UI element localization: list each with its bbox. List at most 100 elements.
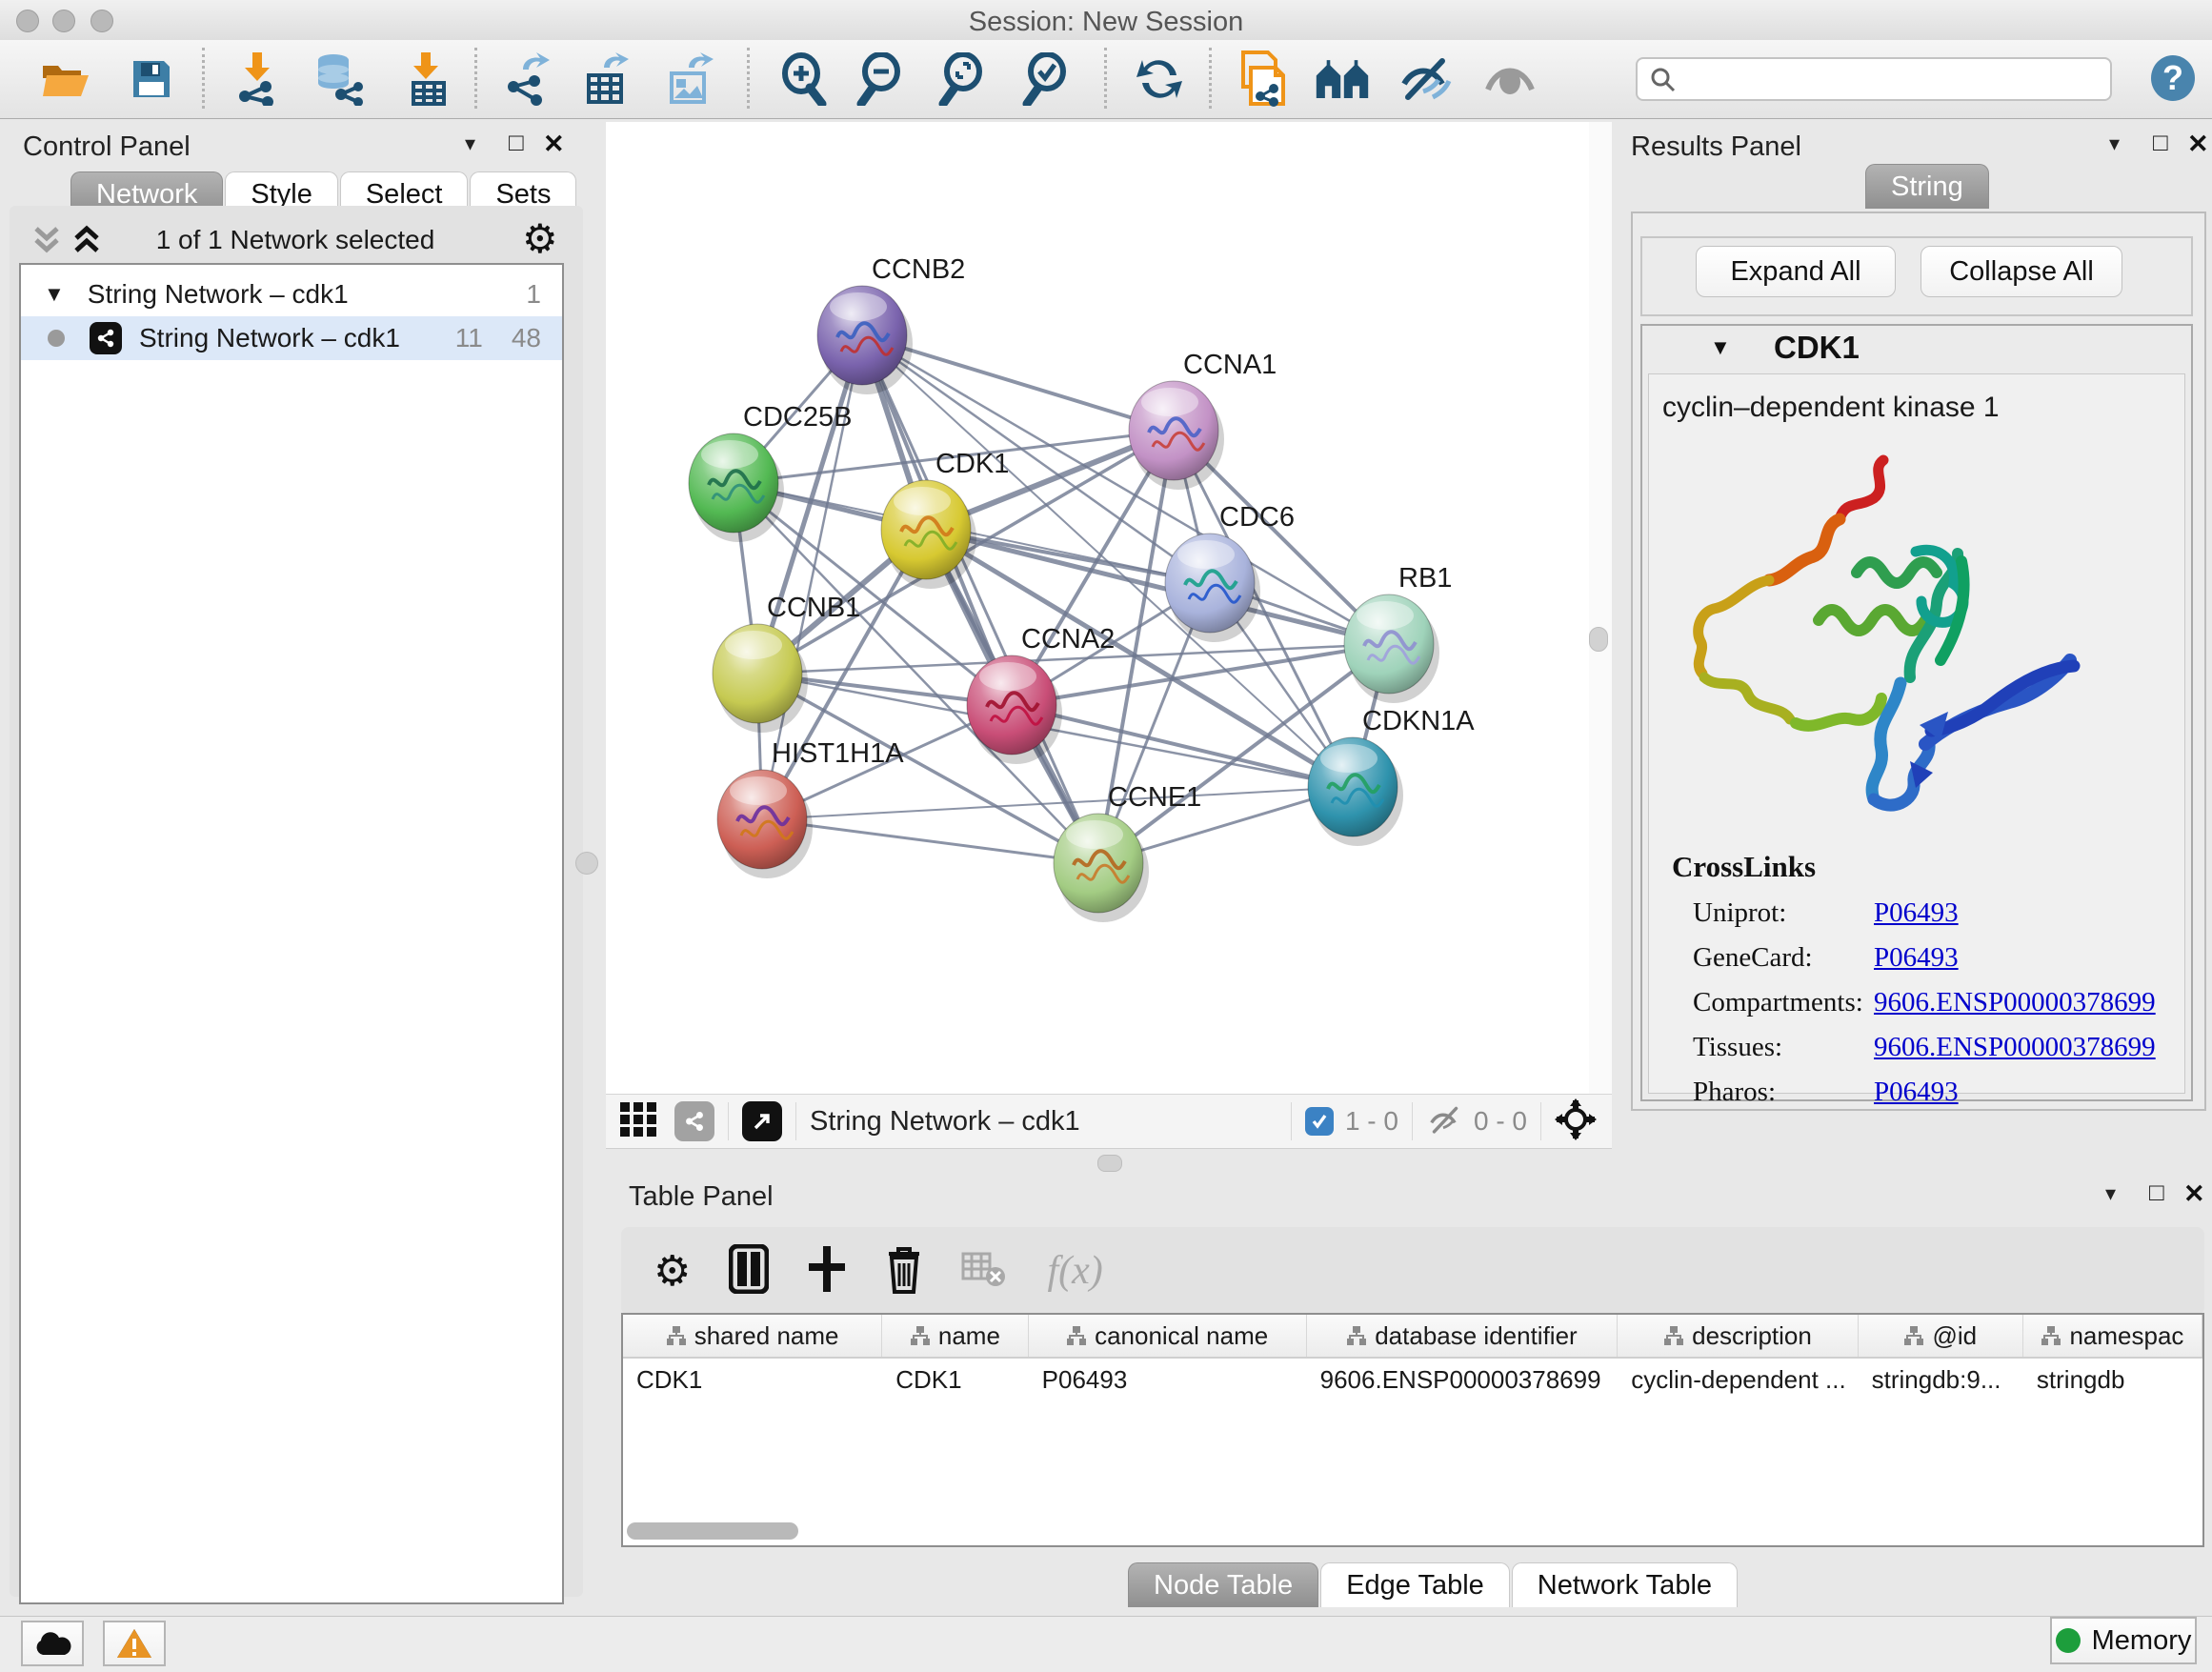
- network-collection-row[interactable]: ▼ String Network – cdk1 1: [21, 265, 562, 316]
- search-input[interactable]: [1676, 64, 2089, 95]
- birds-eye-view-icon[interactable]: [619, 1101, 657, 1142]
- collection-expander-icon[interactable]: ▼: [44, 282, 65, 307]
- crosslink-row: Compartments:9606.ENSP00000378699: [1693, 987, 2184, 1018]
- zoom-out-icon[interactable]: [854, 51, 909, 107]
- table-gear-icon[interactable]: ⚙: [654, 1247, 691, 1296]
- table-panel-close-icon[interactable]: ✕: [2183, 1179, 2205, 1209]
- search-field[interactable]: [1636, 57, 2112, 101]
- open-in-window-icon[interactable]: [742, 1101, 782, 1141]
- crosslink-value[interactable]: P06493: [1874, 942, 1959, 974]
- export-image-icon[interactable]: [663, 51, 718, 107]
- show-all-icon[interactable]: [1482, 51, 1538, 107]
- tab-network-table[interactable]: Network Table: [1512, 1562, 1738, 1607]
- crosslink-label: Tissues:: [1693, 1032, 1874, 1063]
- control-panel-close-icon[interactable]: ✕: [543, 130, 565, 159]
- scrollbar-thumb[interactable]: [627, 1522, 798, 1540]
- hide-selected-icon[interactable]: [1400, 51, 1456, 107]
- crosslink-row: Tissues:9606.ENSP00000378699: [1693, 1032, 2184, 1063]
- network-options-gear-icon[interactable]: ⚙: [522, 215, 558, 262]
- show-columns-icon[interactable]: [729, 1244, 769, 1299]
- results-panel-close-icon[interactable]: ✕: [2187, 130, 2209, 159]
- results-panel-float-icon[interactable]: ▾: [2109, 131, 2120, 156]
- hidden-eye-icon[interactable]: [1426, 1103, 1464, 1140]
- memory-button[interactable]: Memory: [2050, 1617, 2197, 1664]
- memory-label: Memory: [2092, 1625, 2192, 1657]
- import-network-icon[interactable]: [229, 51, 284, 107]
- column-header-namespac[interactable]: namespac: [2023, 1315, 2202, 1357]
- column-header-database-identifier[interactable]: database identifier: [1307, 1315, 1619, 1357]
- clone-network-icon[interactable]: [1235, 51, 1290, 107]
- network-node-CCNB2[interactable]: CCNB2: [817, 254, 965, 394]
- node-label: CDK1: [935, 449, 1009, 479]
- control-panel-float-icon[interactable]: ▾: [465, 131, 475, 156]
- selected-checkbox-icon[interactable]: [1305, 1107, 1334, 1136]
- network-node-RB1[interactable]: RB1: [1344, 563, 1452, 703]
- table-cell: cyclin-dependent ...: [1618, 1359, 1858, 1400]
- collapse-all-button[interactable]: Collapse All: [1920, 246, 2122, 297]
- crosslink-value[interactable]: 9606.ENSP00000378699: [1874, 987, 2156, 1018]
- import-network-from-database-icon[interactable]: [310, 51, 365, 107]
- crosslink-value[interactable]: P06493: [1874, 1077, 1959, 1108]
- network-node-CCNB1[interactable]: CCNB1: [713, 593, 860, 733]
- first-neighbors-icon[interactable]: [1315, 51, 1370, 107]
- warnings-button[interactable]: [103, 1621, 166, 1666]
- add-column-icon[interactable]: [807, 1244, 847, 1299]
- cdk1-expander-icon[interactable]: ▼: [1710, 335, 1731, 360]
- network-node-CDKN1A[interactable]: CDKN1A: [1308, 706, 1475, 846]
- function-builder-icon[interactable]: f(x): [1047, 1248, 1102, 1294]
- export-table-icon[interactable]: [579, 51, 634, 107]
- network-view-canvas[interactable]: CCNB2CCNA1CDC25BCDK1CDC6RB1CCNB1CCNA2CDK…: [606, 122, 1589, 1094]
- table-panel-maximize-icon[interactable]: □: [2149, 1178, 2164, 1207]
- tab-edge-table[interactable]: Edge Table: [1320, 1562, 1510, 1607]
- zoom-in-icon[interactable]: [775, 51, 831, 107]
- import-table-icon[interactable]: [400, 51, 455, 107]
- network-node-HIST1H1A[interactable]: HIST1H1A: [717, 738, 904, 878]
- table-cell: stringdb: [2023, 1359, 2202, 1400]
- right-splitter-handle[interactable]: [1589, 627, 1608, 652]
- network-node-CCNE1[interactable]: CCNE1: [1054, 782, 1201, 922]
- network-row[interactable]: String Network – cdk1 11 48: [21, 316, 562, 360]
- crosslink-value[interactable]: 9606.ENSP00000378699: [1874, 1032, 2156, 1063]
- control-panel-maximize-icon[interactable]: □: [509, 128, 524, 157]
- network-tree: ▼ String Network – cdk1 1 String Network…: [19, 263, 564, 1604]
- results-panel-maximize-icon[interactable]: □: [2153, 128, 2168, 157]
- delete-table-icon[interactable]: [961, 1250, 1005, 1293]
- network-graph[interactable]: CCNB2CCNA1CDC25BCDK1CDC6RB1CCNB1CCNA2CDK…: [606, 122, 1589, 1094]
- column-header-description[interactable]: description: [1618, 1315, 1858, 1357]
- table-row[interactable]: CDK1CDK1P064939606.ENSP00000378699cyclin…: [623, 1359, 2202, 1400]
- collapse-all-networks-icon[interactable]: [32, 225, 61, 260]
- column-header-canonical-name[interactable]: canonical name: [1029, 1315, 1307, 1357]
- bottom-splitter-handle[interactable]: [1097, 1155, 1122, 1172]
- left-splitter-handle[interactable]: [575, 852, 598, 875]
- table-panel-title: Table Panel: [629, 1181, 774, 1213]
- network-node-CCNA1[interactable]: CCNA1: [1129, 350, 1277, 490]
- apply-layout-icon[interactable]: [1132, 51, 1187, 107]
- tab-node-table[interactable]: Node Table: [1128, 1562, 1318, 1607]
- export-network-icon[interactable]: [499, 51, 554, 107]
- table-horizontal-scrollbar[interactable]: [627, 1522, 2197, 1541]
- column-header-name[interactable]: name: [882, 1315, 1028, 1357]
- column-header-shared-name[interactable]: shared name: [623, 1315, 882, 1357]
- selected-counts: 1 - 0: [1345, 1106, 1398, 1137]
- cloud-status-button[interactable]: [21, 1621, 84, 1666]
- delete-column-icon[interactable]: [885, 1244, 923, 1299]
- table-panel-header: Table Panel ▾ □ ✕: [613, 1174, 2212, 1227]
- table-panel-float-icon[interactable]: ▾: [2105, 1181, 2116, 1206]
- zoom-fit-icon[interactable]: [935, 51, 991, 107]
- tab-string[interactable]: String: [1865, 164, 1989, 209]
- help-icon[interactable]: ?: [2151, 55, 2195, 101]
- open-session-icon[interactable]: [38, 51, 93, 107]
- expand-all-networks-icon[interactable]: [72, 225, 101, 260]
- table-header-row: shared namenamecanonical namedatabase id…: [623, 1315, 2202, 1359]
- fit-content-crosshair-icon[interactable]: [1555, 1098, 1597, 1145]
- protein-description: cyclin–dependent kinase 1: [1662, 392, 2184, 424]
- string-tab-icon[interactable]: [674, 1101, 714, 1141]
- crosslink-row: GeneCard:P06493: [1693, 942, 2184, 974]
- node-label: CCNB2: [872, 254, 965, 285]
- zoom-selected-icon[interactable]: [1019, 51, 1075, 107]
- column-header-@id[interactable]: @id: [1859, 1315, 2023, 1357]
- save-session-icon[interactable]: [124, 51, 179, 107]
- crosslink-value[interactable]: P06493: [1874, 897, 1959, 929]
- node-label: CCNE1: [1108, 782, 1201, 813]
- expand-all-button[interactable]: Expand All: [1696, 246, 1896, 297]
